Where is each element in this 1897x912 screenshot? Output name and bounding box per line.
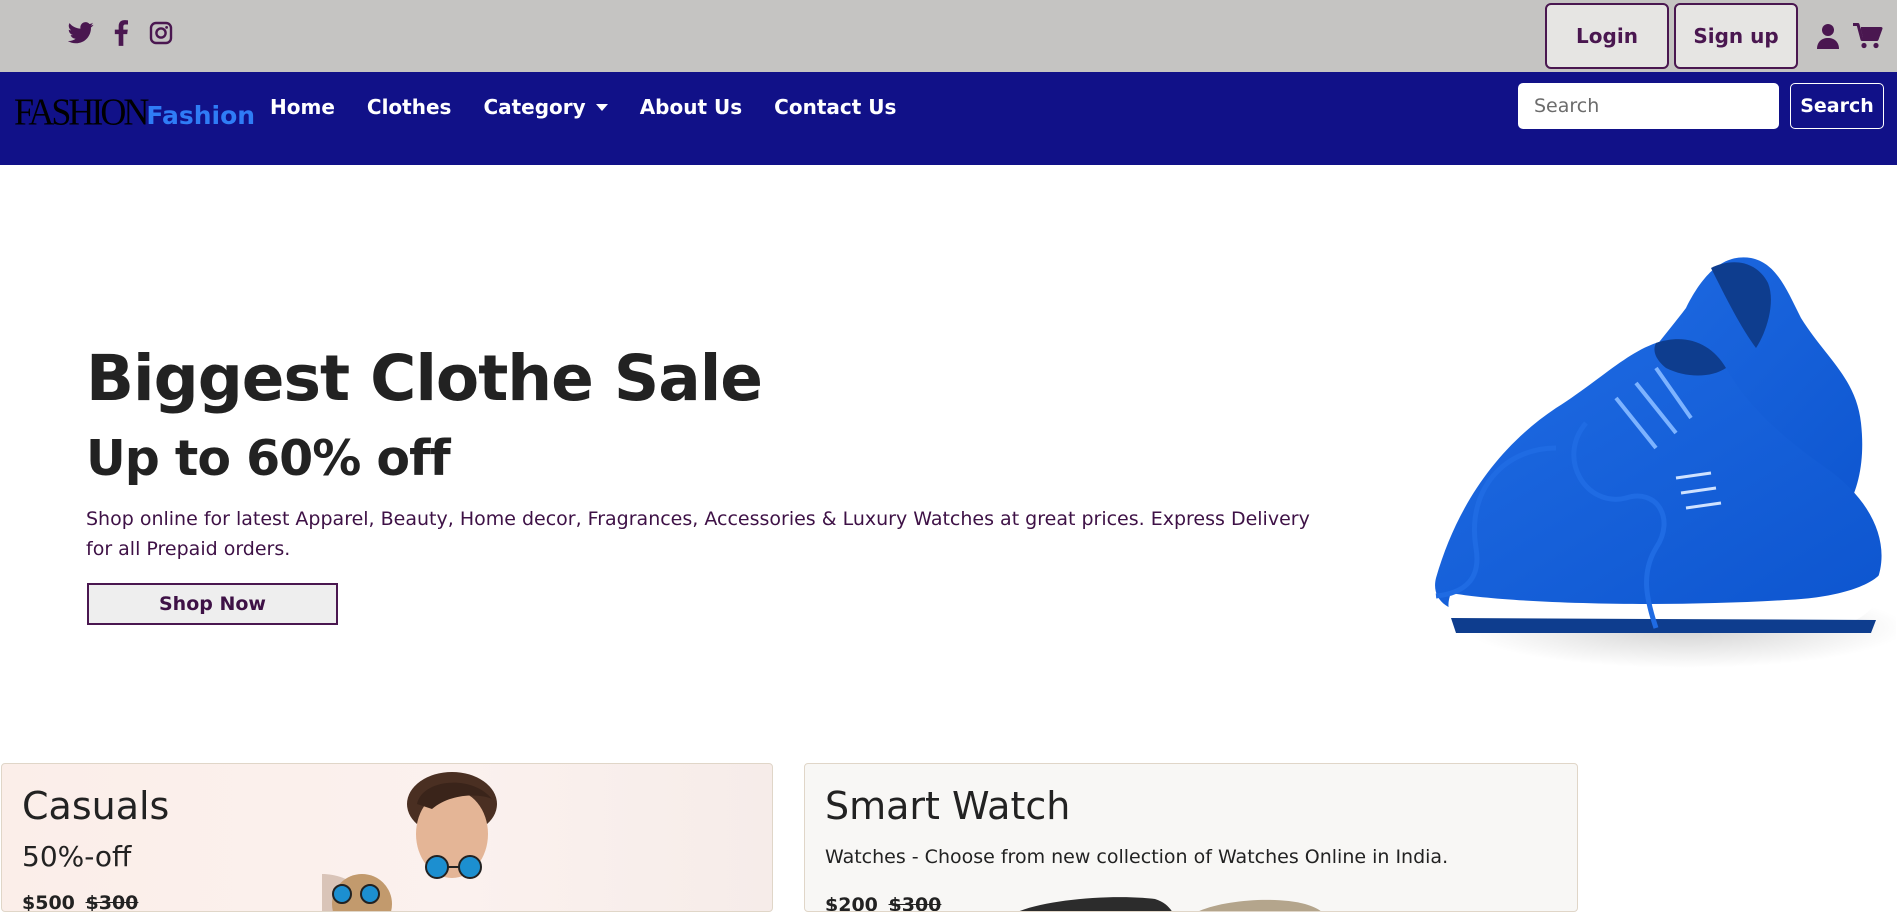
facebook-icon[interactable] bbox=[108, 20, 134, 46]
cart-icon[interactable] bbox=[1853, 22, 1883, 50]
casuals-card[interactable]: Casuals 50%-off $500 $300 bbox=[1, 763, 773, 912]
user-icon[interactable] bbox=[1815, 22, 1841, 50]
nav-category-dropdown[interactable]: Category bbox=[483, 95, 608, 119]
nav-links: Home Clothes Category About Us Contact U… bbox=[270, 72, 896, 142]
nav-clothes[interactable]: Clothes bbox=[367, 95, 452, 119]
main-navbar: FASHION Fashion Home Clothes Category Ab… bbox=[0, 72, 1897, 165]
nav-contact[interactable]: Contact Us bbox=[774, 95, 896, 119]
price-old: $300 bbox=[888, 894, 942, 912]
twitter-icon[interactable] bbox=[68, 20, 94, 46]
chevron-down-icon bbox=[595, 103, 608, 111]
login-button[interactable]: Login bbox=[1545, 3, 1669, 69]
signup-button[interactable]: Sign up bbox=[1674, 3, 1798, 69]
search-button[interactable]: Search bbox=[1790, 83, 1884, 129]
price-current: $500 bbox=[22, 892, 75, 912]
social-links bbox=[68, 20, 174, 46]
price-current: $200 bbox=[825, 894, 878, 912]
brand[interactable]: FASHION Fashion bbox=[14, 91, 255, 133]
price-old: $300 bbox=[85, 892, 139, 912]
brand-logo: FASHION bbox=[14, 91, 149, 133]
instagram-icon[interactable] bbox=[148, 20, 174, 46]
card-discount: 50%-off bbox=[22, 840, 132, 873]
casual-couple-image bbox=[322, 772, 497, 911]
smart-watch-card[interactable]: Smart Watch Watches - Choose from new co… bbox=[804, 763, 1578, 912]
shop-now-button[interactable]: Shop Now bbox=[87, 583, 338, 625]
card-description: Watches - Choose from new collection of … bbox=[825, 846, 1449, 868]
sneakers-image bbox=[1435, 257, 1896, 668]
top-bar: Login Sign up bbox=[0, 0, 1897, 72]
account-actions: Login Sign up bbox=[1545, 0, 1897, 72]
card-price: $200 $300 bbox=[825, 894, 942, 912]
brand-name: Fashion bbox=[146, 101, 256, 130]
smart-watch-image bbox=[1020, 897, 1321, 911]
nav-home[interactable]: Home bbox=[270, 95, 335, 119]
card-title: Smart Watch bbox=[825, 784, 1071, 828]
hero-title: Biggest Clothe Sale bbox=[86, 342, 763, 415]
card-title: Casuals bbox=[22, 784, 170, 828]
card-price: $500 $300 bbox=[22, 892, 139, 912]
hero-subtitle: Up to 60% off bbox=[86, 430, 451, 487]
hero-description: Shop online for latest Apparel, Beauty, … bbox=[86, 508, 1310, 560]
search-input[interactable] bbox=[1518, 83, 1779, 129]
nav-category-label: Category bbox=[483, 95, 586, 119]
nav-about[interactable]: About Us bbox=[640, 95, 742, 119]
